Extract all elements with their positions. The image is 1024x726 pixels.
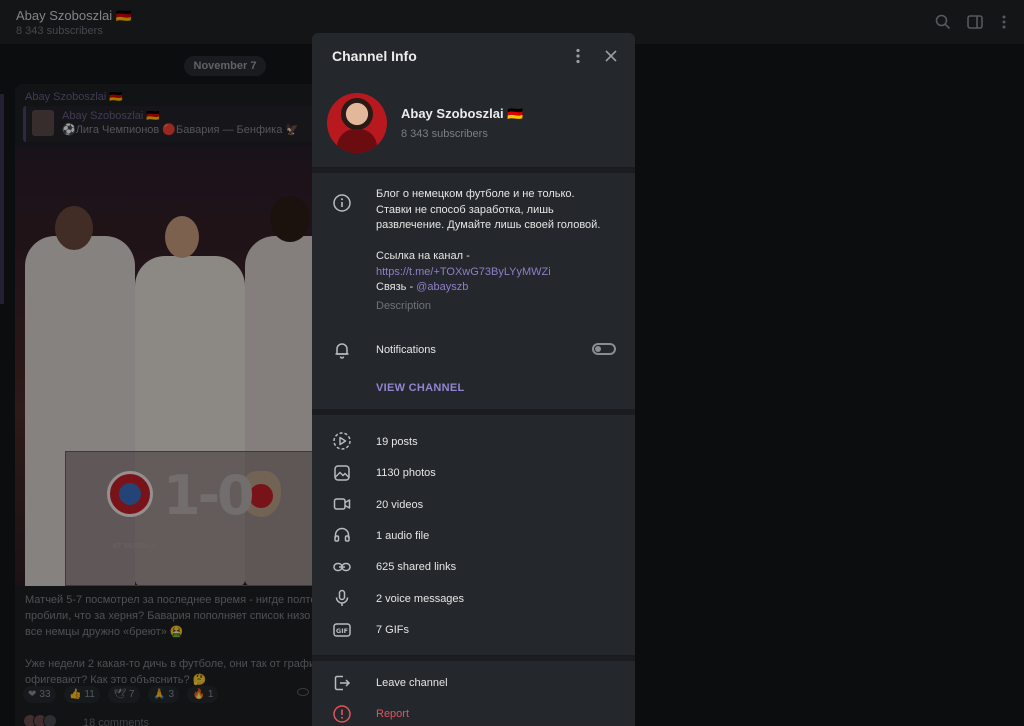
channel-description: Блог о немецком футболе и не только. Ста… <box>376 187 616 296</box>
contact-link[interactable]: @abayszb <box>416 281 468 293</box>
avatar-body <box>337 129 377 153</box>
stat-voice[interactable]: 2 voice messages <box>376 593 464 605</box>
channel-subscribers: 8 343 subscribers <box>401 128 488 140</box>
section-divider <box>312 167 635 173</box>
description-line: Ставки не способ заработка, лишь <box>376 203 554 216</box>
leave-channel-button[interactable]: Leave channel <box>376 677 448 689</box>
svg-text:GIF: GIF <box>336 627 348 635</box>
stat-audio[interactable]: 1 audio file <box>376 530 429 542</box>
panel-title: Channel Info <box>332 48 417 64</box>
microphone-icon <box>332 588 352 608</box>
invite-link[interactable]: https://t.me/+TOXwG73ByLYyMWZi <box>376 266 551 278</box>
report-icon <box>332 704 352 724</box>
report-button[interactable]: Report <box>376 708 409 720</box>
video-icon <box>332 494 352 514</box>
description-line: Блог о немецком футболе и не только. <box>376 188 575 200</box>
description-line: развлечение. Думайте лишь своей головой. <box>376 219 601 231</box>
photo-icon <box>332 463 352 483</box>
description-line: Ссылка на канал - <box>376 250 470 262</box>
channel-avatar[interactable] <box>327 93 387 153</box>
leave-icon <box>332 673 352 693</box>
notifications-label: Notifications <box>376 344 436 356</box>
section-divider <box>312 409 635 415</box>
contact-prefix: Связь - <box>376 281 417 293</box>
info-icon <box>332 193 352 213</box>
stat-gifs[interactable]: 7 GIFs <box>376 624 409 636</box>
stat-links[interactable]: 625 shared links <box>376 561 456 573</box>
bell-icon <box>332 340 352 360</box>
gif-icon: GIF <box>332 620 352 640</box>
section-divider <box>312 655 635 661</box>
stat-photos[interactable]: 1130 photos <box>376 467 436 479</box>
close-icon[interactable] <box>603 48 619 64</box>
description-label: Description <box>376 300 432 312</box>
more-options-icon[interactable] <box>571 47 585 65</box>
channel-info-panel: Channel Info Abay Szoboszlai 🇩🇪 8 343 su… <box>312 33 635 726</box>
headphones-icon <box>332 525 352 545</box>
view-channel-button[interactable]: VIEW CHANNEL <box>376 382 465 394</box>
stat-posts[interactable]: 19 posts <box>376 436 418 448</box>
channel-name: Abay Szoboszlai 🇩🇪 <box>401 106 524 121</box>
notifications-toggle[interactable] <box>592 343 616 355</box>
stat-videos[interactable]: 20 videos <box>376 499 423 511</box>
posts-icon <box>332 431 352 451</box>
link-icon <box>332 557 352 577</box>
